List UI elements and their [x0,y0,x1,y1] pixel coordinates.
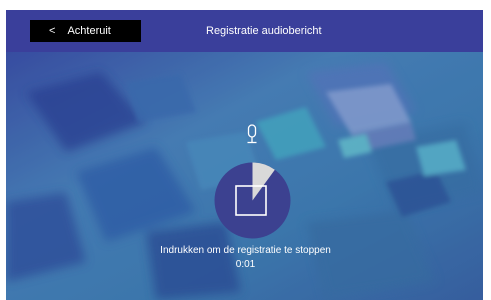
chevron-left-icon: < [49,25,56,37]
back-button-label: Achteruit [67,25,111,37]
back-button[interactable]: < Achteruit [30,20,141,42]
stop-recording-button[interactable] [214,162,291,239]
page-title: Registratie audiobericht [206,25,322,37]
header-bar: < Achteruit Registratie audiobericht [6,10,483,52]
audio-recording-screen: < Achteruit Registratie audiobericht Ind… [0,0,491,300]
instruction-text: Indrukken om de registratie te stoppen [160,245,331,256]
microphone-icon [247,124,257,144]
elapsed-time: 0:01 [235,259,256,270]
